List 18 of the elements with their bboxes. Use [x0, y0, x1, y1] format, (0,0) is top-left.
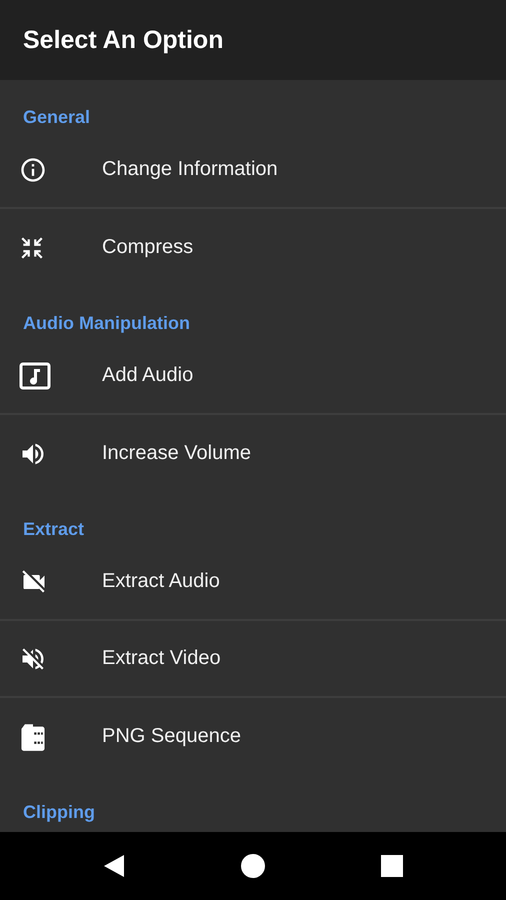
menu-item[interactable]: PNG Sequence: [0, 698, 506, 775]
music-note-icon: [19, 362, 51, 390]
film-strip-icon: [19, 722, 47, 752]
section-header: Extract: [23, 519, 84, 540]
section-header: Clipping: [23, 802, 95, 823]
section-header: General: [23, 107, 90, 128]
menu-item[interactable]: Increase Volume: [0, 415, 506, 492]
menu-item[interactable]: Add Audio: [0, 338, 506, 415]
back-icon[interactable]: [103, 854, 125, 878]
menu-item[interactable]: Compress: [0, 209, 506, 286]
home-icon[interactable]: [241, 854, 265, 878]
menu-item[interactable]: Change Information: [0, 132, 506, 209]
menu-item[interactable]: Extract Audio: [0, 544, 506, 621]
info-icon: [19, 156, 47, 184]
compress-arrows-icon: [19, 234, 45, 260]
screen-title: Select An Option: [23, 26, 224, 54]
section-header: Audio Manipulation: [23, 313, 190, 334]
menu-item[interactable]: Extract Video: [0, 621, 506, 698]
